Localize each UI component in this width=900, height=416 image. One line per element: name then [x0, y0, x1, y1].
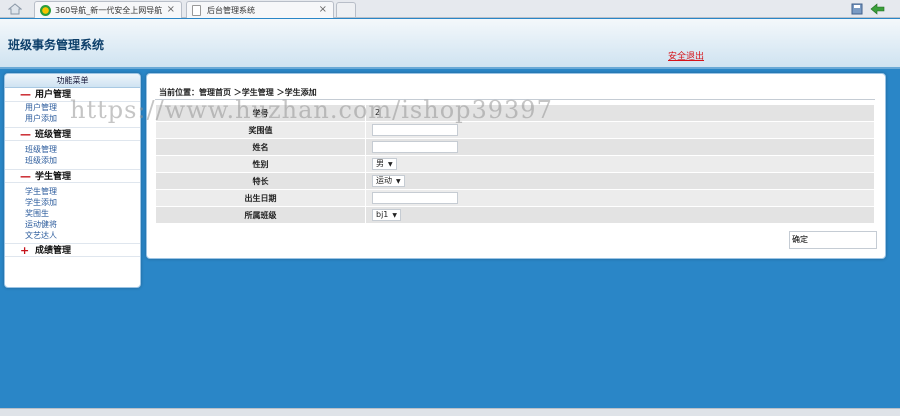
- field-label: 出生日期: [155, 189, 366, 207]
- select-value: bj1: [376, 210, 389, 219]
- menu-item-class-add[interactable]: 班级添加: [5, 155, 140, 166]
- menu-title: 功能菜单: [5, 74, 140, 88]
- dropdown-arrow-icon: ▼: [388, 161, 393, 168]
- form-row: 所属班级 bj1 ▼: [155, 206, 875, 224]
- watermark: https://www.huzhan.com/ishop39397: [70, 96, 553, 124]
- dropdown-arrow-icon: ▼: [392, 212, 398, 219]
- form-row: 奖围值: [155, 121, 875, 139]
- menu-group-label: 成绩管理: [35, 246, 72, 256]
- menu-item-student-manage[interactable]: 学生管理: [5, 186, 140, 197]
- field-cell: 男 ▼: [365, 155, 875, 173]
- form-row: 姓名: [155, 138, 875, 156]
- app-header: 班级事务管理系统 安全退出: [0, 19, 900, 69]
- page-icon: [192, 5, 201, 16]
- menu-group-score[interactable]: + 成绩管理: [5, 243, 140, 257]
- menu-item-scholarship[interactable]: 奖围生: [5, 208, 140, 219]
- select-value: 男: [376, 159, 384, 168]
- form-row: 特长 运动 ▼: [155, 172, 875, 190]
- menu-group-class[interactable]: — 班级管理: [5, 127, 140, 141]
- browser-tab-bar: 360导航_新一代安全上网导航 × 后台管理系统 ×: [0, 0, 900, 18]
- field-cell: [365, 121, 875, 139]
- field-label: 奖围值: [155, 121, 366, 139]
- browser-status-bar: [0, 408, 900, 416]
- logout-link[interactable]: 安全退出: [668, 49, 704, 62]
- new-tab-button[interactable]: [336, 2, 356, 17]
- field-cell: [365, 138, 875, 156]
- back-arrow-icon[interactable]: [870, 2, 886, 16]
- form-row: 性别 男 ▼: [155, 155, 875, 173]
- menu-item-class-manage[interactable]: 班级管理: [5, 144, 140, 155]
- tab-label: 后台管理系统: [207, 6, 255, 15]
- expand-icon: +: [20, 244, 30, 257]
- menu-group-label: 班级管理: [35, 130, 72, 140]
- 360-browser-icon: [40, 5, 51, 16]
- field-cell: bj1 ▼: [365, 206, 875, 224]
- menu-item-student-add[interactable]: 学生添加: [5, 197, 140, 208]
- name-input[interactable]: [372, 141, 458, 153]
- gender-select[interactable]: 男 ▼: [372, 158, 397, 170]
- class-select[interactable]: bj1 ▼: [372, 209, 402, 221]
- form-row: 出生日期: [155, 189, 875, 207]
- menu-group-student[interactable]: — 学生管理: [5, 169, 140, 183]
- save-page-icon[interactable]: [850, 2, 864, 16]
- birth-date-input[interactable]: [372, 192, 458, 204]
- browser-tab-admin[interactable]: 后台管理系统 ×: [186, 1, 334, 18]
- browser-tab-360[interactable]: 360导航_新一代安全上网导航 ×: [34, 1, 182, 18]
- menu-item-athletes[interactable]: 运动健将: [5, 219, 140, 230]
- scholarship-input[interactable]: [372, 124, 458, 136]
- field-cell: [365, 189, 875, 207]
- specialty-select[interactable]: 运动 ▼: [372, 175, 405, 187]
- submit-button[interactable]: 确定: [789, 231, 877, 249]
- collapse-icon: —: [20, 88, 31, 101]
- field-label: 特长: [155, 172, 366, 190]
- menu-item-artists[interactable]: 文艺达人: [5, 230, 140, 241]
- tab-label: 360导航_新一代安全上网导航: [55, 6, 163, 15]
- field-label: 所属班级: [155, 206, 366, 224]
- field-label: 性别: [155, 155, 366, 173]
- home-icon[interactable]: [8, 3, 22, 15]
- field-label: 姓名: [155, 138, 366, 156]
- select-value: 运动: [376, 176, 392, 185]
- dropdown-arrow-icon: ▼: [396, 178, 401, 185]
- menu-group-label: 学生管理: [35, 172, 72, 182]
- menu-group-label: 用户管理: [35, 90, 72, 100]
- close-icon[interactable]: ×: [167, 4, 175, 15]
- field-cell: 运动 ▼: [365, 172, 875, 190]
- system-title: 班级事务管理系统: [8, 38, 105, 52]
- close-icon[interactable]: ×: [319, 4, 327, 15]
- collapse-icon: —: [20, 128, 31, 141]
- collapse-icon: —: [20, 170, 31, 183]
